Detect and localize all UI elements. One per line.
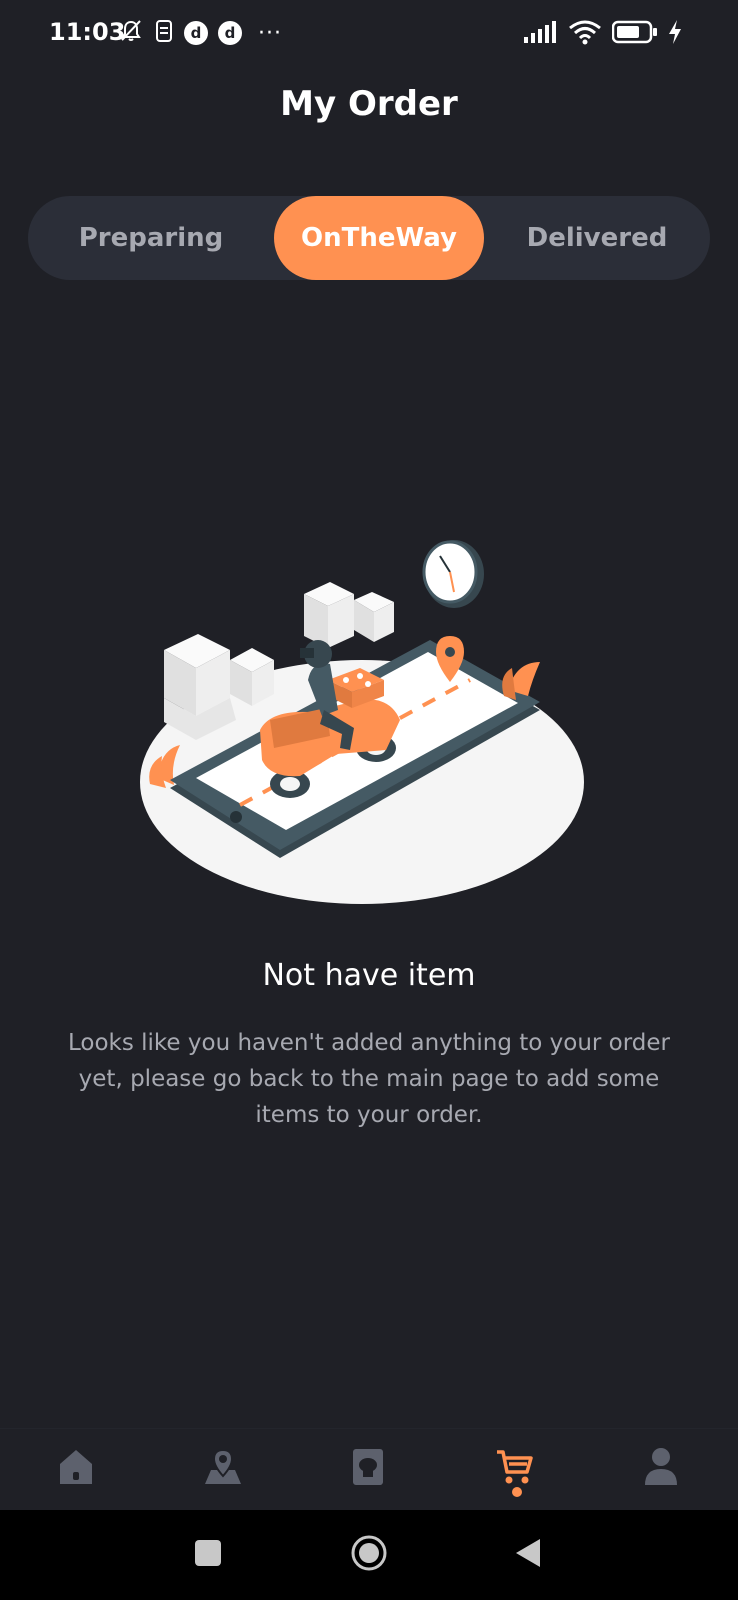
nav-menu[interactable]: [338, 1439, 398, 1499]
nav-map[interactable]: [193, 1439, 253, 1499]
overflow-dots-icon: ···: [258, 20, 282, 46]
empty-state-title: Not have item: [262, 958, 476, 993]
profile-icon: [643, 1447, 679, 1491]
tab-delivered[interactable]: Delivered: [484, 196, 710, 280]
battery-icon: [611, 20, 658, 48]
sim-icon: [154, 19, 174, 47]
nav-home[interactable]: [46, 1439, 106, 1499]
bottom-nav: [0, 1428, 738, 1510]
home-icon: [58, 1448, 94, 1490]
recents-button[interactable]: [180, 1527, 236, 1583]
back-triangle-icon: [514, 1537, 542, 1573]
charging-icon: [668, 20, 682, 48]
home-button[interactable]: [341, 1527, 397, 1583]
status-right-icons: [524, 20, 682, 48]
bell-off-icon: [118, 18, 144, 48]
delivery-scooter-illustration: [140, 540, 600, 920]
active-nav-indicator: [512, 1487, 522, 1497]
signal-icon: [524, 21, 558, 47]
menu-book-icon: [351, 1447, 385, 1491]
nav-profile[interactable]: [631, 1439, 691, 1499]
tab-preparing[interactable]: Preparing: [28, 196, 274, 280]
back-button[interactable]: [500, 1527, 556, 1583]
status-bar: 11:03 d d ···: [0, 0, 738, 68]
d-app-icon: d: [218, 21, 242, 45]
square-icon: [194, 1539, 222, 1571]
order-status-tabs: Preparing OnTheWay Delivered: [28, 196, 710, 280]
status-left-icons: d d ···: [118, 18, 282, 48]
tab-on-the-way[interactable]: OnTheWay: [274, 196, 484, 280]
wifi-icon: [568, 19, 602, 49]
cart-icon: [495, 1448, 533, 1490]
empty-state-description: Looks like you haven't added anything to…: [67, 1030, 670, 1128]
circle-icon: [350, 1534, 388, 1576]
status-time: 11:03: [49, 18, 126, 46]
d-app-icon: d: [184, 21, 208, 45]
map-pin-icon: [203, 1448, 243, 1490]
page-title: My Order: [280, 84, 458, 124]
system-nav-bar: [0, 1510, 738, 1600]
